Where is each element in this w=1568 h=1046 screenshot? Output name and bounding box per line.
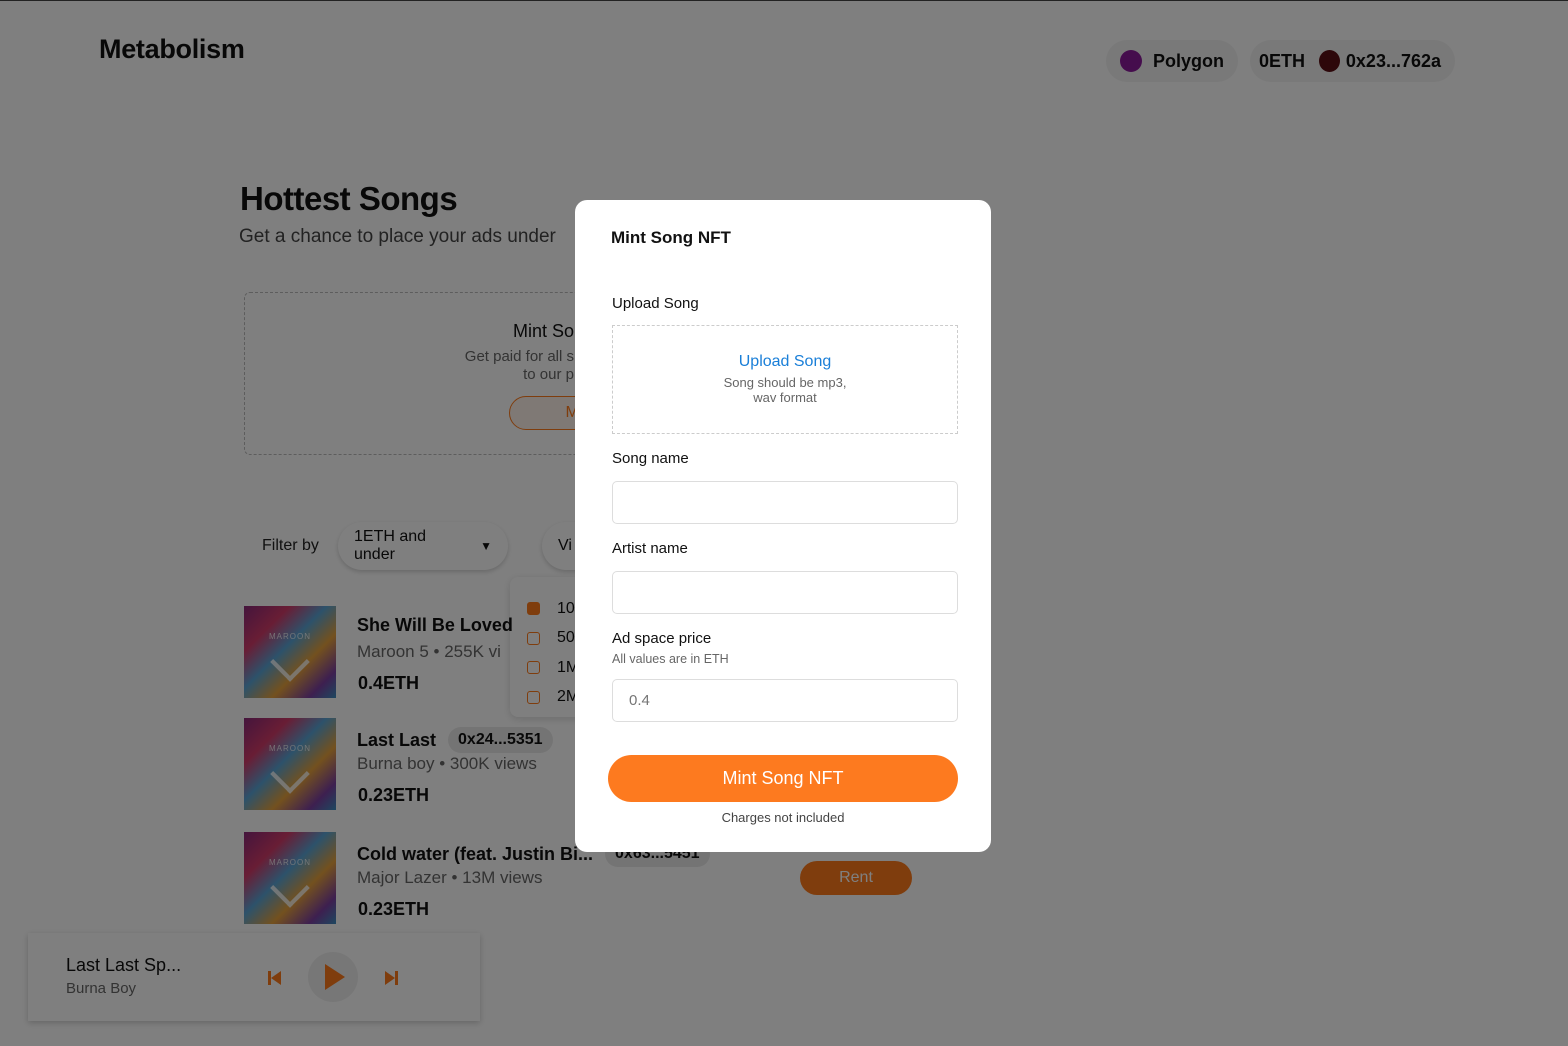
ad-price-input[interactable] — [612, 679, 958, 722]
upload-link[interactable]: Upload Song — [613, 353, 957, 371]
upload-label: Upload Song — [612, 295, 699, 312]
charges-note: Charges not included — [721, 810, 845, 825]
upload-hint-2: wav format — [753, 390, 817, 405]
price-label: Ad space price — [612, 630, 712, 647]
artist-name-label: Artist name — [612, 540, 688, 557]
mint-song-modal: Mint Song NFT Upload Song Upload Song So… — [575, 200, 991, 852]
upload-dropzone[interactable]: Upload Song Song should be mp3, wav form… — [612, 325, 958, 434]
upload-hint-1: Song should be mp3, — [723, 375, 847, 390]
mint-song-nft-button[interactable]: Mint Song NFT — [608, 755, 958, 802]
song-name-label: Song name — [612, 450, 689, 467]
song-name-input[interactable] — [612, 481, 958, 524]
artist-name-input[interactable] — [612, 571, 958, 614]
price-hint: All values are in ETH — [612, 652, 729, 666]
modal-title: Mint Song NFT — [611, 228, 731, 247]
